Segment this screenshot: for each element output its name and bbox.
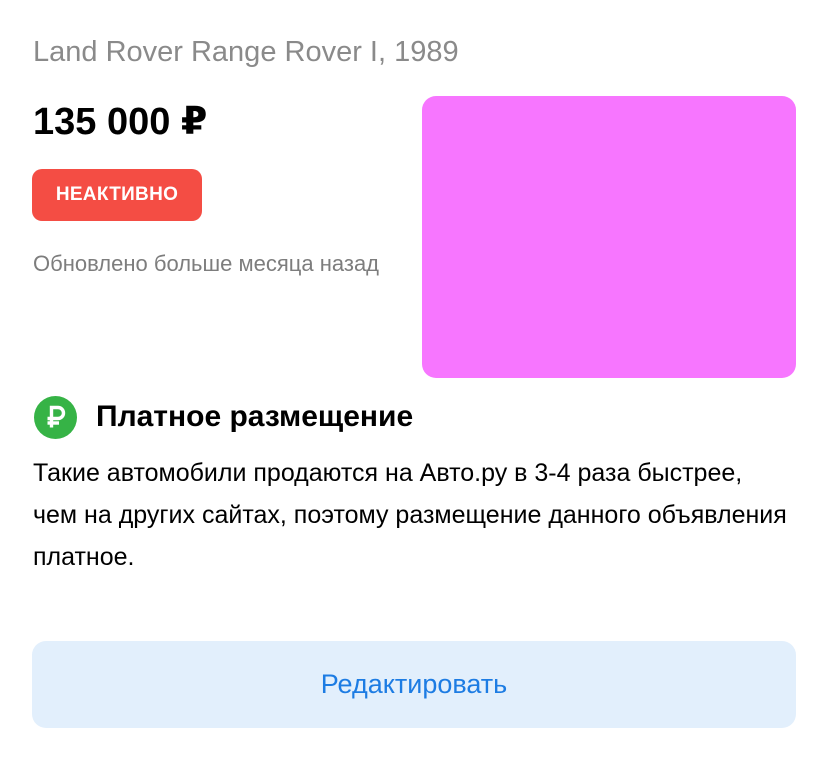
status-badge: НЕАКТИВНО — [32, 169, 202, 221]
listing-card: Land Rover Range Rover I, 1989 135 000 ₽… — [0, 0, 828, 761]
updated-status-text: Обновлено больше месяца назад — [33, 251, 380, 276]
paid-placement-description: Такие автомобили продаются на Авто.ру в … — [33, 459, 787, 571]
edit-button[interactable]: Редактировать — [32, 641, 796, 728]
listing-photo[interactable] — [422, 96, 796, 378]
listing-price: 135 000 ₽ — [33, 101, 208, 143]
paid-placement-heading: Платное размещение — [96, 400, 414, 433]
ruble-icon — [34, 396, 77, 439]
listing-title[interactable]: Land Rover Range Rover I, 1989 — [33, 32, 459, 72]
